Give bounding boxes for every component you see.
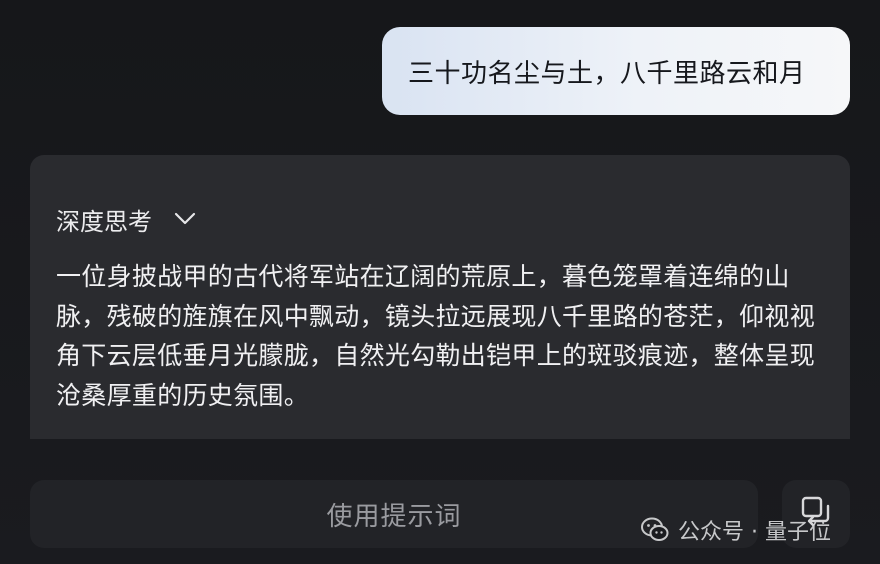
user-message-bubble: 三十功名尘与土，八千里路云和月 [382,27,850,115]
watermark-text: 公众号 · 量子位 [678,520,831,545]
watermark: 公众号 · 量子位 [640,512,831,548]
deep-thinking-label: 深度思考 [56,207,152,236]
wechat-icon [640,515,670,545]
user-message-text: 三十功名尘与土，八千里路云和月 [408,58,806,89]
assistant-response-card: 深度思考 一位身披战甲的古代将军站在辽阔的荒原上，暮色笼罩着连绵的山脉，残破的旌… [30,155,850,439]
chat-screen: 三十功名尘与土，八千里路云和月 深度思考 一位身披战甲的古代将军站在辽阔的荒原上… [0,0,880,564]
assistant-answer-text: 一位身披战甲的古代将军站在辽阔的荒原上，暮色笼罩着连绵的山脉，残破的旌旗在风中飘… [56,262,816,410]
use-prompt-label: 使用提示词 [326,501,462,532]
deep-thinking-toggle[interactable]: 深度思考 [56,199,824,239]
chevron-down-icon[interactable] [172,206,198,232]
